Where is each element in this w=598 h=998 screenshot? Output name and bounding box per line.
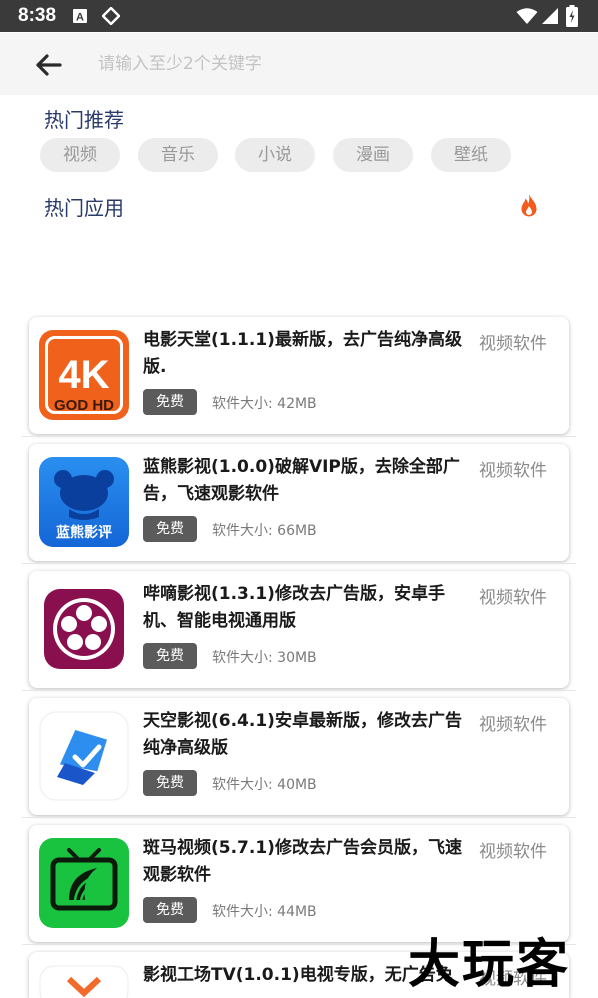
film-factory-icon xyxy=(39,965,129,998)
tag-chip-comic[interactable]: 漫画 xyxy=(333,138,413,172)
app-title: 电影天堂(1.1.1)最新版，去广告纯净高级版. xyxy=(143,330,462,377)
app-card[interactable]: 蓝熊影评 蓝熊影视(1.0.0)破解VIP版，去除全部广告，飞速观影软件 视频软… xyxy=(29,444,569,561)
wifi-icon xyxy=(516,8,538,24)
tag-chip-music[interactable]: 音乐 xyxy=(138,138,218,172)
watermark: 大玩客 xyxy=(408,934,571,995)
zebra-tv-icon xyxy=(39,838,129,928)
svg-text:A: A xyxy=(76,12,84,24)
app-card[interactable]: 4K GOD HD 电影天堂(1.1.1)最新版，去广告纯净高级版. 视频软件 … xyxy=(29,317,569,434)
search-bar xyxy=(0,33,598,95)
app-size: 软件大小: 30MB xyxy=(212,650,317,666)
tag-icon xyxy=(102,7,120,25)
icon-text-lanxiong: 蓝熊影评 xyxy=(56,524,112,541)
blue-bear-icon: 蓝熊影评 xyxy=(39,457,129,547)
hot-apps-title: 热门应用 xyxy=(44,196,124,220)
free-badge: 免费 xyxy=(143,389,197,415)
status-time: 8:38 xyxy=(18,5,57,26)
sky-check-icon xyxy=(39,711,129,801)
app-title: 斑马视频(5.7.1)修改去广告会员版，飞速观影软件 xyxy=(143,838,462,885)
status-bar: 8:38 A xyxy=(0,0,598,32)
app-category: 视频软件 xyxy=(479,461,547,481)
fire-icon xyxy=(521,194,537,217)
hot-recommend-title: 热门推荐 xyxy=(44,108,124,132)
app-size: 软件大小: 42MB xyxy=(212,396,317,412)
icon-text-god-hd: GOD HD xyxy=(54,397,114,414)
app-category: 视频软件 xyxy=(479,842,547,862)
free-badge: 免费 xyxy=(143,516,197,542)
app-size: 软件大小: 40MB xyxy=(212,777,317,793)
search-input[interactable] xyxy=(98,49,538,79)
free-badge: 免费 xyxy=(143,897,197,923)
icon-text-4k: 4K xyxy=(58,353,109,397)
keyboard-a-icon: A xyxy=(73,9,87,24)
battery-icon xyxy=(566,5,578,27)
divider xyxy=(22,817,576,818)
tag-chip-novel[interactable]: 小说 xyxy=(235,138,315,172)
app-category: 视频软件 xyxy=(479,715,547,735)
app-card[interactable]: 哔嘀影视(1.3.1)修改去广告版，安卓手机、智能电视通用版 视频软件 免费 软… xyxy=(29,571,569,688)
app-size: 软件大小: 66MB xyxy=(212,523,317,539)
4k-god-hd-icon: 4K GOD HD xyxy=(39,330,129,420)
free-badge: 免费 xyxy=(143,643,197,669)
app-title: 哔嘀影视(1.3.1)修改去广告版，安卓手机、智能电视通用版 xyxy=(143,584,445,631)
signal-icon xyxy=(542,8,558,24)
free-badge: 免费 xyxy=(143,770,197,796)
tag-chip-video[interactable]: 视频 xyxy=(40,138,120,172)
app-title: 蓝熊影视(1.0.0)破解VIP版，去除全部广告，飞速观影软件 xyxy=(143,457,460,504)
tag-chip-wallpaper[interactable]: 壁纸 xyxy=(431,138,511,172)
back-arrow-icon[interactable] xyxy=(30,47,66,83)
app-title: 天空影视(6.4.1)安卓最新版，修改去广告纯净高级版 xyxy=(143,711,462,758)
divider xyxy=(22,690,576,691)
divider xyxy=(22,563,576,564)
film-reel-icon xyxy=(39,584,129,674)
app-category: 视频软件 xyxy=(479,334,547,354)
app-category: 视频软件 xyxy=(479,588,547,608)
app-card[interactable]: 天空影视(6.4.1)安卓最新版，修改去广告纯净高级版 视频软件 免费 软件大小… xyxy=(29,698,569,815)
app-size: 软件大小: 44MB xyxy=(212,904,317,920)
divider xyxy=(22,436,576,437)
